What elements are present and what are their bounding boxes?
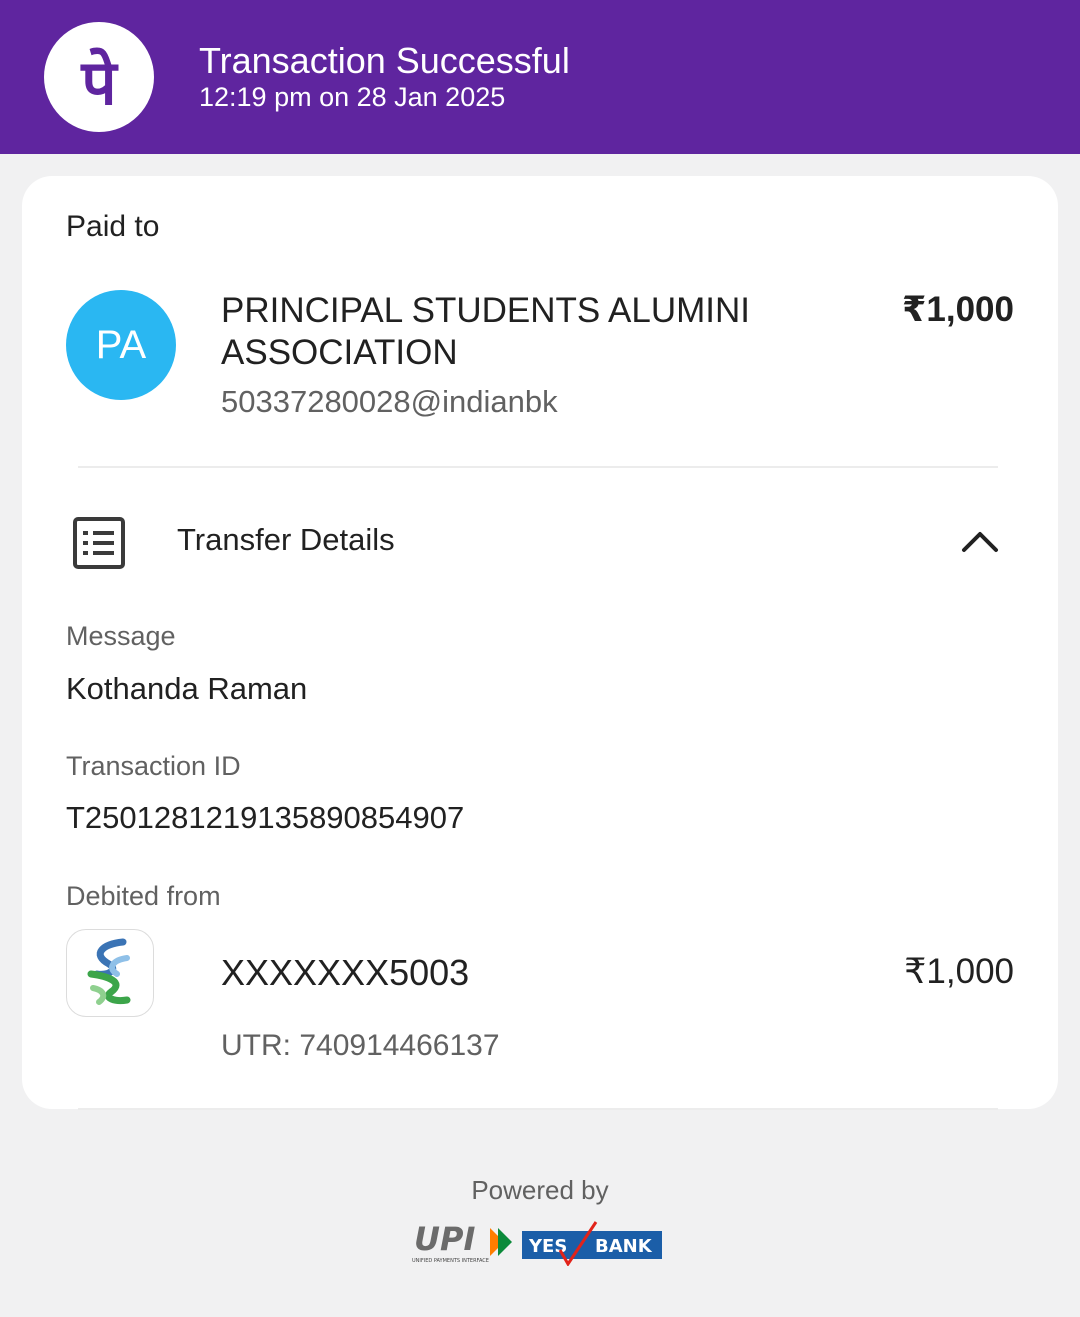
svg-text:BANK: BANK [595, 1236, 653, 1257]
svg-text:UPI: UPI [414, 1220, 475, 1258]
upi-logo-icon: UPI UNIFIED PAYMENTS INTERFACE [412, 1220, 512, 1264]
standard-chartered-logo-icon [66, 929, 154, 1017]
payee-avatar: PA [66, 290, 176, 400]
svg-text:UNIFIED PAYMENTS INTERFACE: UNIFIED PAYMENTS INTERFACE [412, 1258, 489, 1264]
payee-name: PRINCIPAL STUDENTS ALUMINI ASSOCIATION [221, 291, 750, 372]
utr-number[interactable]: UTR: 740914466137 [221, 1029, 500, 1063]
paid-to-label: Paid to [66, 210, 160, 243]
divider [78, 466, 998, 468]
payee-upi-id: 50337280028@indianbk [221, 384, 558, 419]
chevron-up-icon[interactable] [960, 528, 1000, 561]
phonepe-logo-icon: पे [44, 22, 154, 132]
message-label: Message [66, 621, 176, 651]
transaction-timestamp: 12:19 pm on 28 Jan 2025 [199, 82, 506, 112]
transaction-card: Paid to PA PRINCIPAL STUDENTS ALUMINI AS… [22, 176, 1058, 1109]
header-bar: पे Transaction Successful 12:19 pm on 28… [0, 0, 1080, 154]
transaction-status-title: Transaction Successful [199, 40, 570, 81]
debited-from-label: Debited from [66, 881, 221, 911]
receipt-list-icon [72, 516, 126, 575]
paid-amount: ₹1,000 [902, 290, 1014, 329]
partner-logos: UPI UNIFIED PAYMENTS INTERFACE YES BANK [410, 1220, 666, 1271]
footer-divider [78, 1108, 998, 1110]
message-value: Kothanda Raman [66, 671, 308, 706]
transfer-details-toggle[interactable]: Transfer Details [177, 522, 395, 558]
powered-by-label: Powered by [471, 1175, 609, 1205]
svg-text:पे: पे [80, 46, 119, 119]
debit-amount: ₹1,000 [904, 952, 1014, 991]
transaction-id-label: Transaction ID [66, 751, 241, 781]
debit-account-number: XXXXXXX5003 [221, 952, 470, 993]
yes-bank-logo-icon: YES BANK [522, 1221, 662, 1267]
transaction-id-value[interactable]: T2501281219135890854907 [66, 800, 464, 836]
